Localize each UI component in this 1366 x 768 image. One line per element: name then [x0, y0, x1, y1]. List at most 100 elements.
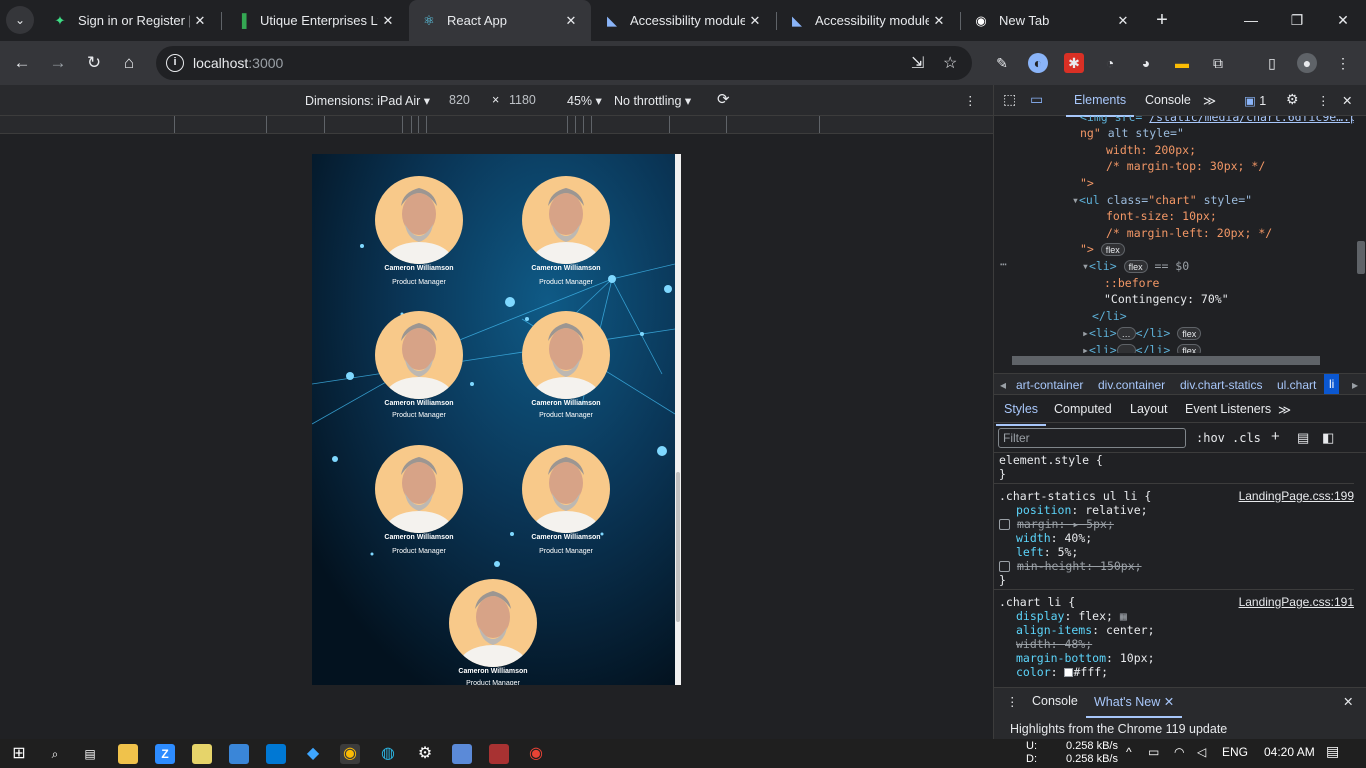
declaration-checkbox[interactable] — [999, 561, 1010, 572]
tray-expand-icon[interactable]: ^ — [1126, 745, 1132, 759]
restore-button[interactable]: ❐ — [1274, 0, 1320, 41]
dom-line[interactable]: ▾<ul class="chart" style=" — [1072, 193, 1252, 207]
dom-line[interactable]: </li> — [1092, 309, 1127, 323]
flex-badge[interactable]: flex — [1123, 260, 1148, 273]
paint-icon[interactable]: ▤ — [1297, 430, 1309, 446]
close-icon[interactable]: ✕ — [378, 13, 398, 29]
tab-react-app[interactable]: ⚛ React App ✕ — [409, 0, 591, 41]
edge-icon[interactable]: ◍ — [378, 744, 398, 764]
rule-selector[interactable]: .chart li { — [999, 595, 1075, 609]
flexbox-editor-icon[interactable]: ▦ — [1120, 609, 1127, 623]
rotate-icon[interactable]: ⟳ — [717, 90, 730, 108]
eyedropper-icon[interactable]: ✎ — [992, 53, 1012, 73]
tab-new-tab[interactable]: ◉ New Tab ✕ — [961, 0, 1143, 41]
reload-icon[interactable]: ↻ — [81, 50, 107, 76]
css-declaration[interactable]: margin-bottom: 10px; — [1016, 651, 1155, 665]
device-dimensions-select[interactable]: Dimensions: iPad Air ▾ — [305, 93, 430, 108]
dom-line[interactable]: ▸<li>… </li> flex — [1082, 326, 1202, 340]
close-icon[interactable]: ✕ — [561, 13, 581, 29]
chrome-taskbar-icon[interactable]: ◉ — [340, 744, 360, 764]
url-text[interactable]: localhost:3000 — [193, 55, 283, 71]
sidebar-toggle-icon[interactable]: ◧ — [1322, 430, 1334, 446]
more-tabs-icon[interactable]: ≫ — [1203, 93, 1216, 108]
site-info-icon[interactable]: i — [166, 54, 184, 72]
close-icon[interactable]: ✕ — [190, 13, 210, 29]
close-drawer-icon[interactable]: ✕ — [1343, 694, 1353, 709]
tab-event-listeners[interactable]: Event Listeners — [1185, 402, 1271, 416]
styles-filter-input[interactable]: Filter — [998, 428, 1186, 448]
dom-line[interactable]: ::before — [1104, 276, 1159, 290]
tab-accessibility-2[interactable]: ◣ Accessibility module ✕ — [777, 0, 959, 41]
device-height-input[interactable]: 1180 — [509, 93, 536, 107]
battery-icon[interactable]: ▭ — [1148, 745, 1159, 759]
address-bar[interactable]: i localhost:3000 ⇲ ☆ — [156, 46, 972, 80]
flex-badge[interactable]: flex — [1177, 327, 1202, 340]
chrome-canary-icon[interactable]: ◉ — [526, 744, 546, 764]
install-app-icon[interactable]: ⇲ — [911, 53, 924, 73]
dom-line[interactable]: <img src="/static/media/chart.6dfic9e….p — [1080, 116, 1354, 124]
breadcrumb-item[interactable]: div.chart-statics — [1180, 378, 1262, 392]
close-icon[interactable]: ✕ — [929, 13, 949, 29]
settings-gear-icon[interactable]: ⚙ — [1286, 91, 1299, 108]
close-icon[interactable]: ✕ — [745, 13, 765, 29]
css-declaration[interactable]: left: 5%; — [1016, 545, 1078, 559]
dom-line[interactable]: "> flex — [1080, 242, 1125, 256]
dom-horizontal-scrollbar[interactable] — [994, 353, 1354, 367]
scrollbar-thumb[interactable] — [1357, 241, 1365, 274]
bookmark-star-icon[interactable]: ☆ — [943, 53, 957, 73]
chrome-menu-icon[interactable]: ⋮ — [1333, 53, 1353, 73]
breadcrumb-item-selected[interactable]: li — [1324, 374, 1340, 394]
close-devtools-icon[interactable]: ✕ — [1342, 93, 1352, 108]
side-panel-icon[interactable]: ▯ — [1262, 53, 1282, 73]
dom-line[interactable]: width: 200px; — [1106, 143, 1196, 157]
task-view-icon[interactable]: ▤ — [80, 744, 100, 764]
css-declaration[interactable]: width: 40%; — [1016, 531, 1092, 545]
page-scrollbar[interactable] — [675, 154, 681, 685]
home-icon[interactable]: ⌂ — [116, 50, 142, 76]
forward-arrow-icon[interactable]: → — [45, 50, 71, 76]
tab-elements[interactable]: Elements — [1065, 93, 1135, 117]
language-indicator[interactable]: ENG — [1222, 745, 1248, 759]
zoom-app-icon[interactable]: Z — [155, 744, 175, 764]
rule-selector[interactable]: .chart-statics ul li { — [999, 489, 1151, 503]
breadcrumb-item[interactable]: div.container — [1098, 378, 1165, 392]
new-rule-icon[interactable]: + — [1271, 428, 1280, 445]
drawer-tab-whats-new[interactable]: What's New ✕ — [1085, 694, 1183, 718]
extension-blue-icon[interactable]: ◐ — [1028, 53, 1048, 73]
extension-dark-icon[interactable]: ▬ — [1172, 53, 1192, 73]
devtools-menu-icon[interactable]: ⋮ — [1317, 93, 1330, 108]
vscode-icon[interactable]: ◆ — [303, 744, 323, 764]
hover-state-toggle[interactable]: :hov — [1196, 431, 1225, 445]
dom-line[interactable]: ng" alt style=" — [1080, 126, 1184, 140]
flex-badge[interactable]: flex — [1177, 344, 1202, 353]
close-window-button[interactable]: ✕ — [1320, 0, 1366, 41]
breadcrumb-scroll-right-icon[interactable]: ▸ — [1352, 378, 1358, 392]
drawer-menu-icon[interactable]: ⋮ — [1006, 694, 1019, 709]
volume-icon[interactable]: ◁ — [1197, 745, 1206, 759]
css-declaration[interactable]: display: flex; ▦ — [1016, 609, 1127, 623]
dom-line[interactable]: /* margin-top: 30px; */ — [1106, 159, 1265, 173]
css-declaration[interactable]: width: 48%; — [1016, 637, 1092, 651]
back-arrow-icon[interactable]: ← — [9, 50, 35, 76]
tab-console[interactable]: Console — [1145, 93, 1191, 107]
extension-circle-icon[interactable]: ◕ — [1136, 53, 1156, 73]
css-declaration[interactable]: align-items: center; — [1016, 623, 1155, 637]
dom-line[interactable]: ▸<li>… </li> flex — [1082, 343, 1202, 353]
css-declaration[interactable]: min-height: 150px; — [999, 559, 1142, 573]
notification-icon[interactable]: ▤ — [1326, 743, 1339, 760]
profile-avatar[interactable]: ● — [1297, 53, 1317, 73]
tab-utique[interactable]: ▐ Utique Enterprises Ltd ✕ — [222, 0, 408, 41]
class-toggle[interactable]: .cls — [1232, 431, 1261, 445]
new-tab-button[interactable]: + — [1150, 8, 1174, 32]
css-declaration[interactable]: margin: ▸ 5px; — [999, 517, 1114, 531]
more-tabs-icon[interactable]: ≫ — [1278, 402, 1291, 417]
dom-ellipsis[interactable]: ⋯ — [1000, 257, 1007, 271]
clock[interactable]: 04:20 AM — [1264, 745, 1315, 759]
tab-search-button[interactable]: ⌄ — [6, 6, 34, 34]
declaration-checkbox[interactable] — [999, 519, 1010, 530]
dom-vertical-scrollbar[interactable] — [1354, 116, 1366, 353]
app-icon[interactable] — [452, 744, 472, 764]
extensions-puzzle-icon[interactable]: ⧉ — [1208, 53, 1228, 73]
issues-badge[interactable]: ▣ 1 — [1244, 93, 1266, 108]
notepad-icon[interactable] — [192, 744, 212, 764]
